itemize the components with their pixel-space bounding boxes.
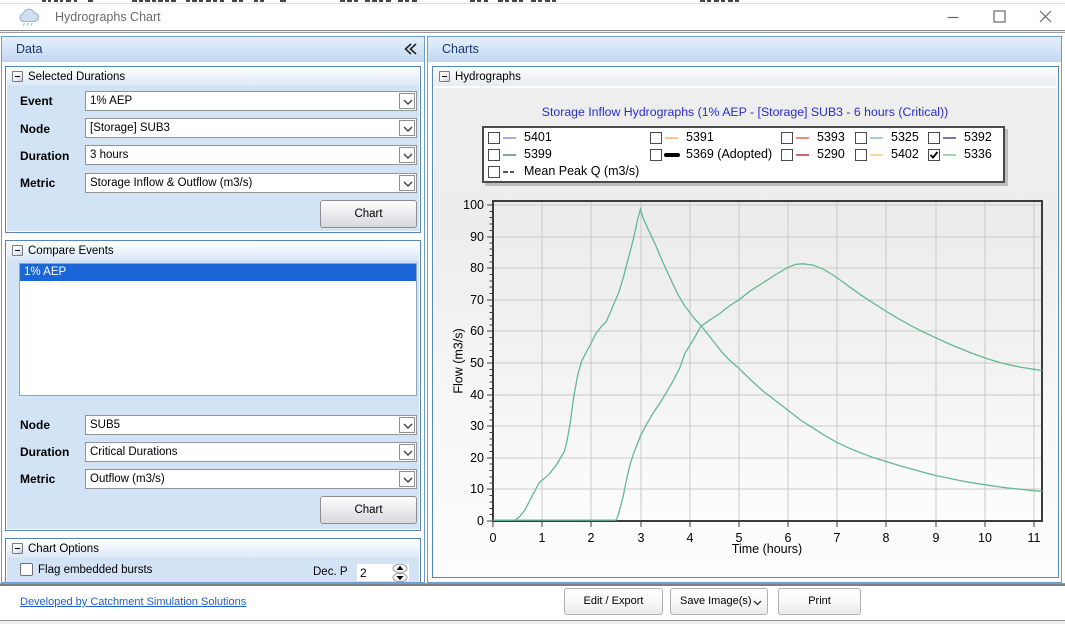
svg-text:80: 80	[470, 261, 484, 275]
svg-text:9: 9	[933, 531, 940, 545]
svg-text:0: 0	[490, 531, 497, 545]
svg-text:2: 2	[588, 531, 595, 545]
svg-text:100: 100	[463, 198, 484, 212]
svg-text:10: 10	[470, 482, 484, 496]
svg-text:3: 3	[638, 531, 645, 545]
svg-text:20: 20	[470, 451, 484, 465]
svg-text:30: 30	[470, 419, 484, 433]
svg-text:40: 40	[470, 388, 484, 402]
svg-text:1: 1	[539, 531, 546, 545]
svg-text:11: 11	[1028, 531, 1041, 545]
svg-text:90: 90	[470, 230, 484, 244]
svg-text:70: 70	[470, 293, 484, 307]
svg-text:7: 7	[834, 531, 841, 545]
svg-text:10: 10	[978, 531, 992, 545]
svg-text:4: 4	[687, 531, 694, 545]
svg-text:0: 0	[477, 514, 484, 528]
svg-text:8: 8	[883, 531, 890, 545]
svg-text:50: 50	[470, 356, 484, 370]
svg-text:Storage Inflow Hydrographs (1%: Storage Inflow Hydrographs (1% AEP - [St…	[542, 105, 948, 119]
svg-text:Time (hours): Time (hours)	[732, 542, 802, 556]
svg-text:60: 60	[470, 324, 484, 338]
svg-text:Flow (m3/s): Flow (m3/s)	[452, 328, 466, 393]
